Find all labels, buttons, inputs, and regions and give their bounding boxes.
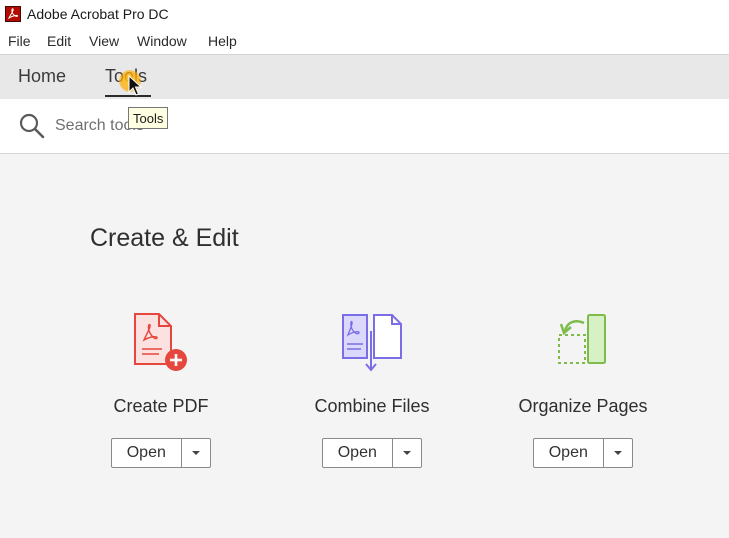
tool-label-create-pdf[interactable]: Create PDF [71,396,251,417]
open-button-organize-pages[interactable]: Open [534,439,604,467]
caret-down-icon [402,451,411,455]
caret-down-icon [191,451,200,455]
section-title: Create & Edit [90,224,239,252]
acrobat-logo-icon [5,6,21,22]
tool-card-create-pdf: Create PDF Open [71,304,251,474]
open-button-combine-files[interactable]: Open [323,439,393,467]
search-tools-input[interactable] [55,115,355,137]
window-title: Adobe Acrobat Pro DC [27,6,169,22]
create-pdf-icon[interactable] [129,309,193,373]
menu-window[interactable]: Window [137,33,187,49]
menu-bar: File Edit View Window Help [0,29,729,53]
tools-content: Create & Edit Create PDF Open Combine Fi… [0,154,729,538]
menu-help[interactable]: Help [208,33,237,49]
search-icon[interactable] [18,112,46,140]
tool-card-combine-files: Combine Files Open [282,304,462,474]
tab-home[interactable]: Home [18,66,66,87]
search-bar [0,99,729,154]
open-button-create-pdf[interactable]: Open [112,439,182,467]
menu-edit[interactable]: Edit [47,33,71,49]
open-dropdown-organize-pages[interactable] [604,439,632,467]
combine-files-icon[interactable] [340,309,404,373]
tool-card-organize-pages: Organize Pages Open [493,304,673,474]
open-button-group-create-pdf: Open [111,438,211,468]
menu-file[interactable]: File [8,33,31,49]
title-bar: Adobe Acrobat Pro DC [0,0,729,29]
tab-bar: Home Tools [0,54,729,100]
open-dropdown-create-pdf[interactable] [182,439,210,467]
open-button-group-combine-files: Open [322,438,422,468]
open-dropdown-combine-files[interactable] [393,439,421,467]
tooltip: Tools [128,107,169,129]
mouse-pointer-icon [128,75,143,96]
organize-pages-icon[interactable] [551,309,615,373]
tool-label-combine-files[interactable]: Combine Files [282,396,462,417]
open-button-group-organize-pages: Open [533,438,633,468]
menu-view[interactable]: View [89,33,119,49]
caret-down-icon [613,451,622,455]
tool-label-organize-pages[interactable]: Organize Pages [493,396,673,417]
